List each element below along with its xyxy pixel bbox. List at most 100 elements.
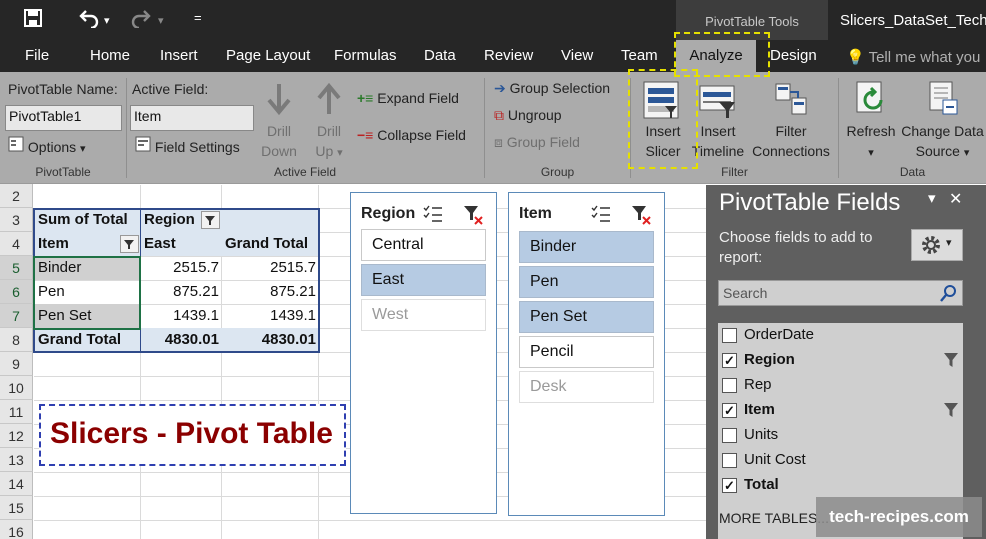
field-region[interactable]: ✓ Region	[722, 350, 958, 372]
field-checkbox[interactable]	[722, 453, 737, 468]
tab-page-layout[interactable]: Page Layout	[218, 40, 318, 72]
drill-down-button[interactable]: Drill Down	[256, 121, 302, 161]
clear-filter-icon[interactable]	[631, 205, 651, 228]
tools-button[interactable]: ▾	[911, 229, 963, 261]
filter-connections-button[interactable]: Filter Connections	[746, 121, 836, 161]
tab-review[interactable]: Review	[476, 40, 541, 72]
group-selection-button[interactable]: ➔ Group Selection	[494, 80, 610, 97]
tab-file[interactable]: File	[17, 40, 57, 72]
clear-filter-icon[interactable]	[463, 205, 483, 228]
worksheet-grid[interactable]: 2 3 4 5 6 7 8 9 10 11 12 13 14 15 16 Sum…	[0, 184, 706, 539]
field-checkbox[interactable]: ✓	[722, 478, 737, 493]
redo-dropdown-icon[interactable]: ▾	[158, 14, 164, 27]
pivot-value[interactable]: 2515.7	[222, 256, 316, 280]
tab-insert[interactable]: Insert	[152, 40, 206, 72]
field-checkbox[interactable]: ✓	[722, 353, 737, 368]
pivot-grand-total-total[interactable]: 4830.01	[222, 328, 316, 352]
customize-qat-icon[interactable]: =	[194, 10, 202, 25]
field-checkbox[interactable]: ✓	[722, 403, 737, 418]
refresh-button[interactable]: Refresh ▾	[843, 121, 899, 163]
pivot-corner-label[interactable]: Sum of Total	[38, 208, 128, 232]
slicer-item-pencil[interactable]: Pencil	[519, 336, 654, 368]
field-total[interactable]: ✓ Total	[722, 475, 957, 497]
row-header[interactable]: 2	[0, 184, 33, 208]
title-text-box[interactable]: Slicers - Pivot Table	[39, 404, 346, 466]
row-header[interactable]: 15	[0, 496, 33, 520]
slicer-item-pen[interactable]: Pen	[519, 266, 654, 298]
row-header[interactable]: 13	[0, 448, 33, 472]
pivot-row-label[interactable]: Pen	[38, 280, 65, 304]
tab-data[interactable]: Data	[416, 40, 464, 72]
undo-icon[interactable]	[78, 8, 100, 33]
row-header[interactable]: 11	[0, 400, 33, 424]
tab-formulas[interactable]: Formulas	[326, 40, 405, 72]
field-checkbox[interactable]	[722, 378, 737, 393]
pivot-value[interactable]: 875.21	[141, 280, 219, 304]
undo-dropdown-icon[interactable]: ▾	[104, 14, 110, 27]
pivot-row-label[interactable]: Pen Set	[38, 304, 91, 328]
slicer-item-east[interactable]: East	[361, 264, 486, 296]
change-data-source-button[interactable]: Change Data Source ▾	[899, 121, 986, 163]
pivottable-name-input[interactable]: PivotTable1	[5, 105, 122, 131]
item-filter-icon[interactable]	[120, 235, 139, 253]
tab-design[interactable]: Design	[762, 40, 825, 72]
row-header[interactable]: 5	[0, 256, 33, 280]
row-header[interactable]: 3	[0, 208, 33, 232]
pivot-value[interactable]: 1439.1	[141, 304, 219, 328]
drill-up-button[interactable]: Drill Up ▾	[306, 121, 352, 163]
field-settings-button[interactable]: Field Settings	[135, 136, 240, 155]
row-header[interactable]: 6	[0, 280, 33, 304]
collapse-field-button[interactable]: −≡ Collapse Field	[357, 127, 466, 143]
tab-view[interactable]: View	[553, 40, 601, 72]
slicer-item-west[interactable]: West	[361, 299, 486, 331]
pivot-row-label[interactable]: Binder	[38, 256, 81, 280]
field-rep[interactable]: Rep	[722, 375, 957, 397]
options-button[interactable]: Options ▾	[8, 136, 86, 155]
row-header[interactable]: 16	[0, 520, 33, 539]
slicer-item[interactable]: Item Binder Pen Pen Set Pencil Desk	[508, 192, 665, 516]
pivot-value[interactable]: 2515.7	[141, 256, 219, 280]
redo-icon[interactable]	[130, 8, 152, 33]
field-checkbox[interactable]	[722, 328, 737, 343]
column-filter-icon[interactable]	[201, 211, 220, 229]
ungroup-button[interactable]: ⧉ Ungroup	[494, 107, 562, 124]
multi-select-icon[interactable]	[423, 205, 443, 226]
insert-timeline-button[interactable]: Insert Timeline	[690, 121, 746, 161]
pivot-item-header[interactable]: Item	[38, 232, 69, 256]
field-checkbox[interactable]	[722, 428, 737, 443]
slicer-item-binder[interactable]: Binder	[519, 231, 654, 263]
row-header[interactable]: 9	[0, 352, 33, 376]
row-header[interactable]: 14	[0, 472, 33, 496]
row-header[interactable]: 7	[0, 304, 33, 328]
search-input[interactable]: Search	[718, 280, 963, 306]
expand-field-button[interactable]: +≡ Expand Field	[357, 90, 459, 106]
group-field-button[interactable]: ⧈ Group Field	[494, 134, 580, 151]
field-units[interactable]: Units	[722, 425, 957, 447]
close-icon[interactable]: ✕	[949, 189, 962, 209]
pane-options-dropdown-icon[interactable]: ▾	[928, 189, 936, 207]
field-item[interactable]: ✓ Item	[722, 400, 958, 422]
pivot-value[interactable]: 1439.1	[222, 304, 316, 328]
more-tables-link[interactable]: MORE TABLES...	[719, 510, 829, 526]
pivot-grand-total-label[interactable]: Grand Total	[38, 328, 121, 352]
tell-me-box[interactable]: 💡 Tell me what you	[846, 48, 980, 66]
tab-team[interactable]: Team	[613, 40, 666, 72]
row-header[interactable]: 10	[0, 376, 33, 400]
pivot-column-header[interactable]: Region	[144, 208, 195, 232]
active-field-input[interactable]: Item	[130, 105, 254, 131]
slicer-item-pen-set[interactable]: Pen Set	[519, 301, 654, 333]
slicer-item-central[interactable]: Central	[361, 229, 486, 261]
tab-home[interactable]: Home	[82, 40, 138, 72]
multi-select-icon[interactable]	[591, 205, 611, 226]
pivot-value[interactable]: 875.21	[222, 280, 316, 304]
row-header[interactable]: 8	[0, 328, 33, 352]
row-header[interactable]: 4	[0, 232, 33, 256]
save-icon[interactable]	[24, 9, 42, 32]
field-orderdate[interactable]: OrderDate	[722, 325, 957, 347]
pivot-col-east[interactable]: East	[144, 232, 176, 256]
field-unit-cost[interactable]: Unit Cost	[722, 450, 957, 472]
slicer-item-desk[interactable]: Desk	[519, 371, 654, 403]
row-header[interactable]: 12	[0, 424, 33, 448]
pivot-col-grand-total[interactable]: Grand Total	[225, 232, 308, 256]
pivot-grand-total-east[interactable]: 4830.01	[141, 328, 219, 352]
